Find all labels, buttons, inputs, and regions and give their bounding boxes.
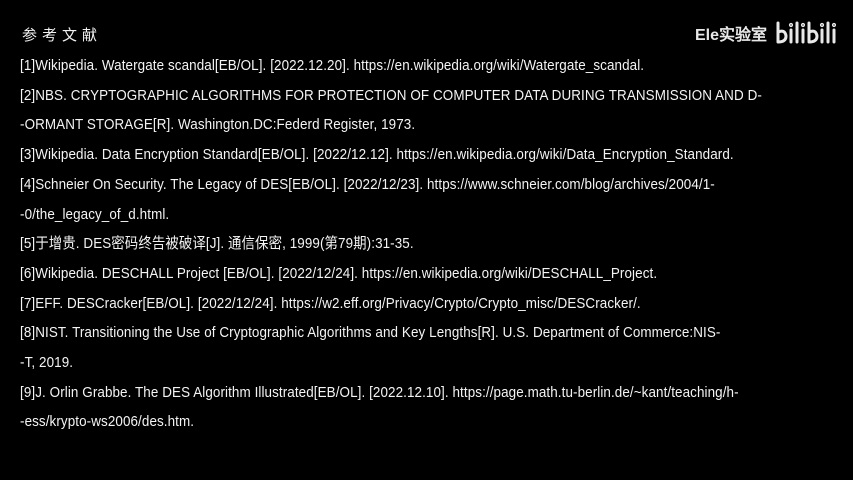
reference-item: [5]于增贵. DES密码终告被破译[J]. 通信保密, 1999(第79期):… bbox=[20, 230, 835, 260]
reference-line: [5]于增贵. DES密码终告被破译[J]. 通信保密, 1999(第79期):… bbox=[20, 236, 414, 253]
reference-line: -ess/krypto-ws2006/des.htm. bbox=[20, 414, 195, 431]
watermark-text: Ele实验室 bbox=[694, 27, 767, 44]
watermark: Ele实验室 bbox=[695, 20, 837, 46]
reference-line: -0/the_legacy_of_d.html. bbox=[20, 206, 170, 223]
reference-item: [2]NBS. CRYPTOGRAPHIC ALGORITHMS FOR PRO… bbox=[20, 82, 835, 141]
reference-list: [1]Wikipedia. Watergate scandal[EB/OL]. … bbox=[20, 52, 835, 438]
reference-line: -ORMANT STORAGE[R]. Washington.DC:Federd… bbox=[20, 117, 416, 134]
reference-line: [9]J. Orlin Grabbe. The DES Algorithm Il… bbox=[20, 384, 739, 401]
reference-line: [7]EFF. DESCracker[EB/OL]. [2022/12/24].… bbox=[20, 295, 641, 312]
reference-item: [8]NIST. Transitioning the Use of Crypto… bbox=[20, 319, 835, 378]
reference-item: [4]Schneier On Security. The Legacy of D… bbox=[20, 171, 835, 230]
reference-item: [7]EFF. DESCracker[EB/OL]. [2022/12/24].… bbox=[20, 290, 835, 320]
reference-item: [3]Wikipedia. Data Encryption Standard[E… bbox=[20, 141, 835, 171]
reference-line: [3]Wikipedia. Data Encryption Standard[E… bbox=[20, 147, 734, 164]
reference-item: [1]Wikipedia. Watergate scandal[EB/OL]. … bbox=[20, 52, 835, 82]
bilibili-logo-icon bbox=[776, 21, 837, 44]
reference-item: [6]Wikipedia. DESCHALL Project [EB/OL]. … bbox=[20, 260, 835, 290]
reference-line: [8]NIST. Transitioning the Use of Crypto… bbox=[20, 325, 721, 342]
reference-line: [6]Wikipedia. DESCHALL Project [EB/OL]. … bbox=[20, 265, 658, 282]
reference-line: [4]Schneier On Security. The Legacy of D… bbox=[20, 176, 715, 193]
page-title: 参考文献 bbox=[22, 26, 103, 44]
reference-line: [1]Wikipedia. Watergate scandal[EB/OL]. … bbox=[20, 58, 645, 74]
reference-line: -T, 2019. bbox=[20, 355, 74, 372]
reference-item: [9]J. Orlin Grabbe. The DES Algorithm Il… bbox=[20, 379, 835, 438]
reference-line: [2]NBS. CRYPTOGRAPHIC ALGORITHMS FOR PRO… bbox=[20, 87, 762, 104]
